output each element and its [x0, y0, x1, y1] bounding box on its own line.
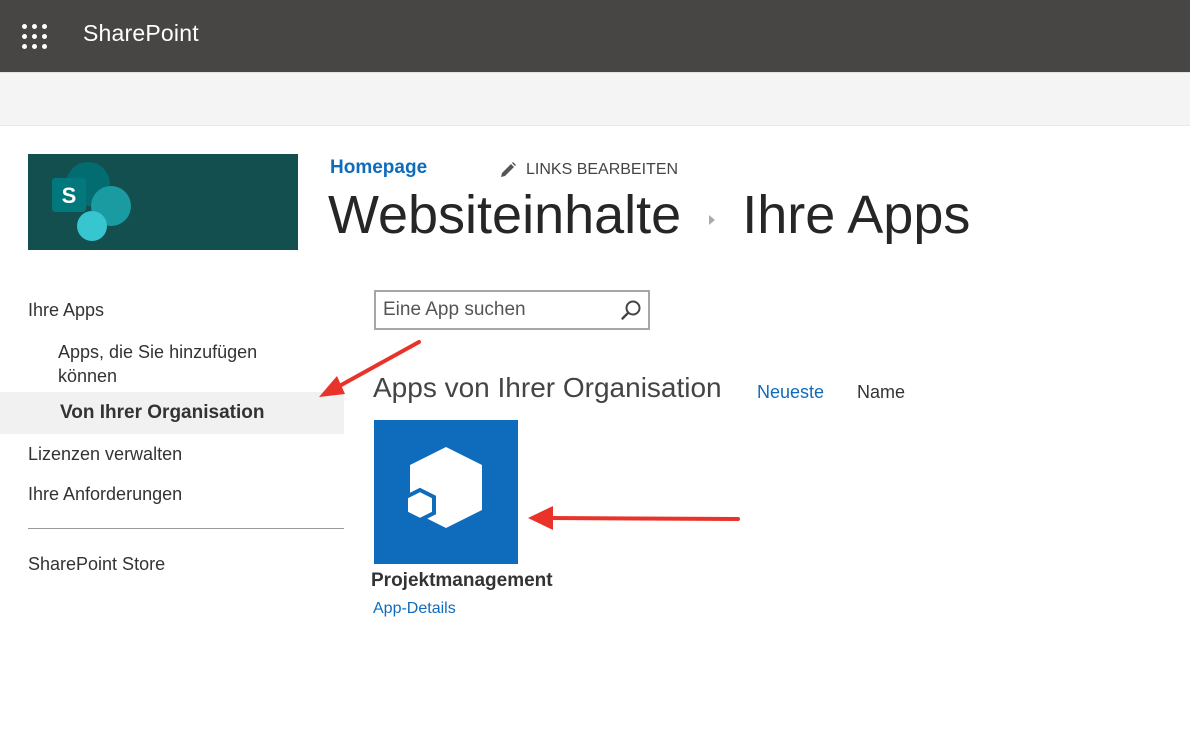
search-input[interactable] — [376, 292, 612, 328]
nav-item-label-line1: Apps, die Sie hinzufügen — [58, 342, 258, 362]
app-cubes-icon — [404, 447, 482, 528]
section-heading: Apps von Ihrer Organisation — [373, 372, 722, 403]
site-logo[interactable]: S — [28, 154, 298, 250]
sort-newest-link[interactable]: Neueste — [757, 382, 824, 403]
app-launcher-icon[interactable] — [10, 12, 58, 60]
breadcrumb-parent[interactable]: Websiteinhalte — [328, 184, 681, 246]
app-tile-projektmanagement[interactable] — [374, 420, 518, 564]
search-icon[interactable] — [620, 299, 642, 321]
app-details-link[interactable]: App-Details — [373, 600, 456, 618]
nav-item-apps-hinzufuegen[interactable]: Apps, die Sie hinzufügen können — [58, 340, 257, 388]
page-title-breadcrumb: Websiteinhalte Ihre Apps — [328, 184, 970, 246]
nav-item-von-ihrer-organisation[interactable]: Von Ihrer Organisation — [0, 392, 344, 434]
nav-item-lizenzen-verwalten[interactable]: Lizenzen verwalten — [28, 444, 182, 465]
pencil-icon — [501, 162, 516, 177]
nav-divider — [28, 528, 344, 529]
logo-letter: S — [62, 183, 77, 208]
sharepoint-logo-icon: S — [52, 162, 131, 241]
nav-item-ihre-apps[interactable]: Ihre Apps — [28, 300, 104, 321]
ribbon-bar — [0, 72, 1190, 126]
nav-item-sharepoint-store[interactable]: SharePoint Store — [28, 554, 165, 575]
edit-links-button[interactable]: LINKS BEARBEITEN — [498, 160, 678, 180]
suite-app-title[interactable]: SharePoint — [83, 20, 199, 47]
homepage-link[interactable]: Homepage — [330, 157, 427, 179]
breadcrumb-separator-icon — [709, 215, 716, 225]
edit-links-label: LINKS BEARBEITEN — [526, 161, 679, 178]
breadcrumb-current: Ihre Apps — [742, 185, 971, 245]
nav-item-label-line2: können — [58, 366, 118, 386]
app-name[interactable]: Projektmanagement — [371, 570, 553, 592]
nav-item-ihre-anforderungen[interactable]: Ihre Anforderungen — [28, 484, 182, 505]
arrow-to-app-tile — [528, 506, 740, 530]
nav-item-selected-label: Von Ihrer Organisation — [60, 402, 265, 423]
sort-name-link[interactable]: Name — [857, 382, 905, 403]
app-search-box — [374, 290, 650, 330]
suite-bar: SharePoint — [0, 0, 1190, 72]
